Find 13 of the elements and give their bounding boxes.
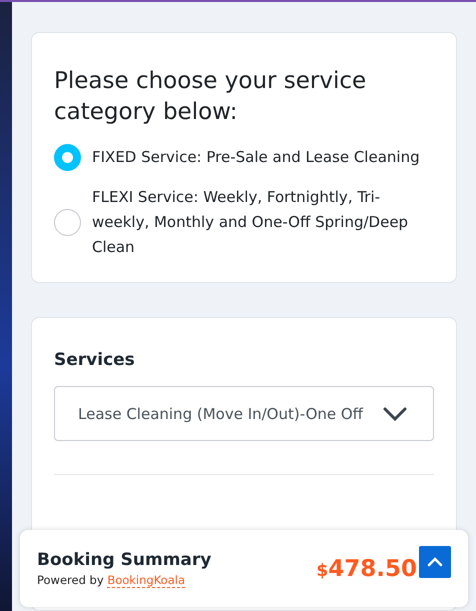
services-label: Services [54, 350, 136, 370]
services-dropdown[interactable]: Lease Cleaning (Move In/Out)-One Off [54, 386, 434, 441]
radio-button[interactable] [54, 144, 81, 171]
radio-button[interactable] [54, 209, 81, 236]
option-label[interactable]: FLEXI Service: Weekly, Fortnightly, Tri-weekly, Monthly and One-Off Spring/Deep Clean [92, 185, 434, 260]
option-label[interactable]: FIXED Service: Pre-Sale and Lease Cleaning [92, 145, 420, 170]
chevron-up-icon [427, 556, 443, 566]
category-title: Please choose your service category below: [54, 67, 368, 127]
summary-title: Booking Summary [37, 550, 212, 570]
total-price: $478.50 [316, 556, 417, 582]
expand-button[interactable] [419, 546, 451, 578]
powered-by-text: Powered by [37, 573, 104, 587]
chevron-down-icon [383, 406, 407, 420]
